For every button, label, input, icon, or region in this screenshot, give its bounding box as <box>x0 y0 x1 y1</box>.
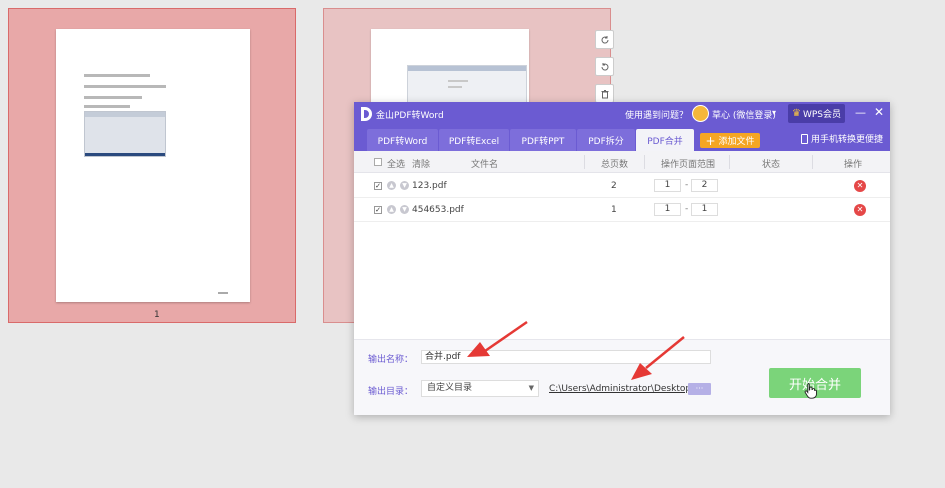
tab-pdf-split[interactable]: PDF拆分 <box>577 129 635 151</box>
output-name-input[interactable]: 合并.pdf <box>421 350 711 364</box>
text-line <box>84 96 142 99</box>
output-dir-label: 输出目录： <box>368 387 414 397</box>
range-separator: - <box>685 204 689 214</box>
add-file-button[interactable]: + 添加文件 <box>700 133 760 148</box>
move-up-icon[interactable]: ▲ <box>387 181 396 190</box>
text-line <box>84 74 150 77</box>
table-header: 全选 清除 文件名 总页数 操作页面范围 状态 操作 <box>354 151 890 173</box>
wps-vip-label: WPS会员 <box>802 110 841 120</box>
hand-cursor-icon <box>804 383 817 399</box>
col-action: 操作 <box>844 160 863 170</box>
close-icon[interactable]: ✕ <box>874 105 884 119</box>
select-all-label[interactable]: 全选 <box>387 157 405 170</box>
range-from-input[interactable]: 1 <box>654 179 681 192</box>
tab-pdf-to-word[interactable]: PDF转Word <box>367 129 438 151</box>
output-settings: 输出名称： 合并.pdf 输出目录： 自定义目录 ▼ C:\Users\Admi… <box>354 339 890 415</box>
tab-pdf-to-excel[interactable]: PDF转Excel <box>439 129 509 151</box>
col-range: 操作页面范围 <box>661 160 716 170</box>
page-count: 1 <box>611 205 617 215</box>
page-preview <box>56 29 250 302</box>
output-dir-select[interactable]: 自定义目录 ▼ <box>421 380 539 397</box>
user-name[interactable]: 草心 (微信登录) <box>712 108 776 121</box>
app-title: 金山PDF转Word <box>376 111 444 121</box>
row-checkbox[interactable]: ✓ <box>374 206 382 214</box>
move-down-icon[interactable]: ▼ <box>400 205 409 214</box>
col-filename: 文件名 <box>471 160 499 170</box>
chevron-down-icon: ▼ <box>528 384 534 392</box>
row-checkbox[interactable]: ✓ <box>374 182 382 190</box>
delete-icon[interactable]: ✕ <box>854 204 866 216</box>
rotate-right-icon[interactable] <box>595 30 614 49</box>
move-up-icon[interactable]: ▲ <box>387 205 396 214</box>
output-dir-option: 自定义目录 <box>427 383 473 393</box>
footer-mark <box>218 292 228 294</box>
tab-pdf-merge[interactable]: PDF合并 <box>636 129 694 151</box>
help-link[interactable]: 使用遇到问题？ <box>625 108 688 121</box>
text-line <box>84 105 130 108</box>
clear-button[interactable]: 清除 <box>412 157 430 170</box>
tab-bar: PDF转Word PDF转Excel PDF转PPT PDF拆分 PDF合并 +… <box>354 126 890 151</box>
chevron-down-icon[interactable]: ▾ <box>772 108 776 117</box>
col-pages: 总页数 <box>601 160 629 170</box>
delete-icon[interactable]: ✕ <box>854 180 866 192</box>
title-bar: 金山PDF转Word 使用遇到问题？ 草心 (微信登录) ▾ ♛ WPS会员 —… <box>354 102 890 126</box>
screenshot-figure <box>407 65 527 105</box>
avatar[interactable] <box>692 105 709 122</box>
range-from-input[interactable]: 1 <box>654 203 681 216</box>
screenshot-figure <box>84 111 166 157</box>
table-row[interactable]: ✓ ▲ ▼ 454653.pdf 1 1 - 1 ✕ <box>354 198 890 222</box>
add-file-label: 添加文件 <box>718 137 755 147</box>
range-to-input[interactable]: 1 <box>691 203 718 216</box>
output-name-label: 输出名称： <box>368 355 414 365</box>
output-dir-path[interactable]: C:\Users\Administrator\Desktop\ <box>549 384 694 394</box>
file-name: 454653.pdf <box>412 205 464 215</box>
browse-button[interactable]: ··· <box>688 383 711 395</box>
minimize-icon[interactable]: — <box>855 106 866 119</box>
col-status: 状态 <box>762 160 781 170</box>
file-name: 123.pdf <box>412 181 447 191</box>
app-logo-icon <box>361 107 372 121</box>
range-separator: - <box>685 180 689 190</box>
text-line <box>84 85 166 88</box>
move-down-icon[interactable]: ▼ <box>400 181 409 190</box>
trash-icon[interactable] <box>595 84 614 103</box>
pdf-merge-window: 金山PDF转Word 使用遇到问题？ 草心 (微信登录) ▾ ♛ WPS会员 —… <box>354 102 890 415</box>
select-all-checkbox[interactable] <box>374 157 382 167</box>
range-to-input[interactable]: 2 <box>691 179 718 192</box>
table-row[interactable]: ✓ ▲ ▼ 123.pdf 2 1 - 2 ✕ <box>354 174 890 198</box>
phone-icon <box>801 133 808 144</box>
plus-icon: + <box>705 133 716 148</box>
phone-convert-link[interactable]: 用手机转换更便捷 <box>801 132 883 145</box>
phone-convert-label: 用手机转换更便捷 <box>811 135 884 145</box>
page-count: 2 <box>611 181 617 191</box>
page-thumbnail-1[interactable]: 1 <box>8 8 296 323</box>
crown-icon: ♛ <box>791 108 801 119</box>
wps-vip-button[interactable]: ♛ WPS会员 <box>788 104 845 123</box>
page-number: 1 <box>154 310 160 320</box>
rotate-left-icon[interactable] <box>595 57 614 76</box>
tab-pdf-to-ppt[interactable]: PDF转PPT <box>510 129 576 151</box>
